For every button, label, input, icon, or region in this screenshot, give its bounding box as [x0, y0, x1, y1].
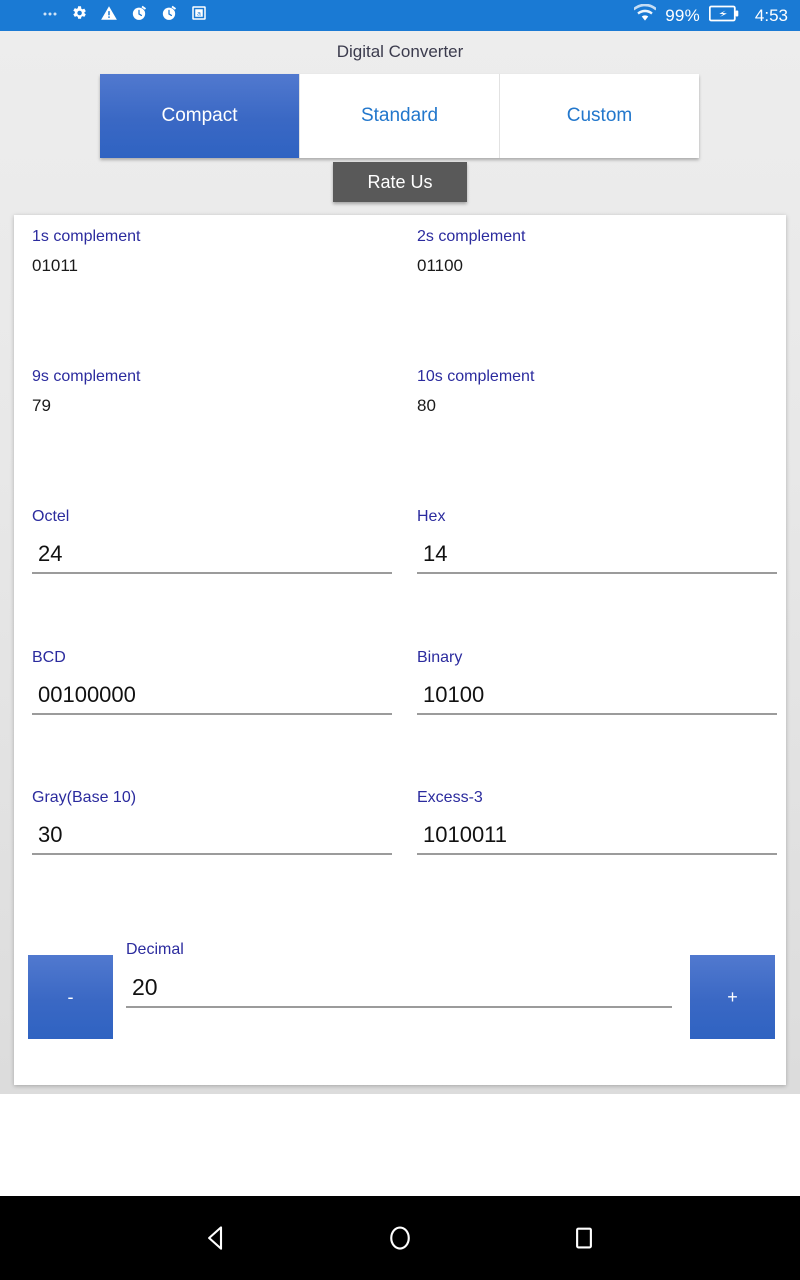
- status-bar-notification-icons: a: [42, 4, 208, 27]
- ones-complement-value: 01011: [32, 256, 79, 275]
- decrement-button[interactable]: -: [28, 955, 113, 1039]
- home-circle-icon[interactable]: [378, 1216, 422, 1260]
- converter-card: 1s complement 01011 2s complement 01100 …: [14, 215, 786, 1085]
- warning-triangle-icon: [100, 4, 118, 27]
- tens-complement-value: 80: [417, 396, 436, 415]
- field-gray: Gray(Base 10): [14, 790, 400, 855]
- battery-charging-icon: [708, 5, 739, 27]
- gray-label: Gray(Base 10): [32, 789, 137, 806]
- alarm-icon: [160, 4, 178, 27]
- bcd-label: BCD: [32, 649, 66, 666]
- decimal-label: Decimal: [126, 941, 184, 958]
- field-decimal: Decimal: [126, 942, 676, 1008]
- row-complement-9-10: 9s complement 79 10s complement 80: [14, 368, 786, 415]
- android-navigation-bar: [0, 1196, 800, 1280]
- alarm-icon: [130, 4, 148, 27]
- row-complement-1-2: 1s complement 01011 2s complement 01100: [14, 228, 786, 275]
- twos-complement-label: 2s complement: [417, 228, 526, 245]
- tab-compact[interactable]: Compact: [100, 74, 300, 158]
- rate-us-button[interactable]: Rate Us: [333, 162, 467, 202]
- octal-input[interactable]: [32, 537, 392, 574]
- field-bcd: BCD: [14, 650, 400, 715]
- status-bar-clock: 4:53: [754, 5, 788, 25]
- battery-percentage: 99%: [665, 6, 700, 25]
- excess3-label: Excess-3: [417, 789, 483, 806]
- tab-custom[interactable]: Custom: [500, 74, 699, 158]
- field-binary: Binary: [400, 650, 786, 715]
- tab-bar: Compact Standard Custom: [100, 74, 699, 158]
- ones-complement-label: 1s complement: [32, 228, 141, 245]
- nines-complement-value: 79: [32, 396, 51, 415]
- status-bar-system-icons: 99% 4:53: [633, 3, 788, 27]
- increment-button[interactable]: +: [690, 955, 775, 1039]
- dictionary-book-icon: a: [190, 4, 208, 27]
- binary-input[interactable]: [417, 678, 777, 715]
- page-title: Digital Converter: [336, 42, 464, 61]
- status-bar: a 99% 4:53: [0, 0, 800, 31]
- gear-icon: [70, 4, 88, 27]
- field-ones-complement: 1s complement 01011: [14, 228, 400, 275]
- octal-label: Octel: [32, 508, 70, 525]
- nines-complement-label: 9s complement: [32, 368, 141, 385]
- wifi-icon: [633, 3, 658, 27]
- field-octal: Octel: [14, 509, 400, 574]
- binary-label: Binary: [417, 649, 463, 666]
- back-triangle-icon[interactable]: [194, 1216, 238, 1260]
- hex-label: Hex: [417, 508, 446, 525]
- tab-standard[interactable]: Standard: [300, 74, 500, 158]
- ellipsis-icon: [42, 5, 58, 26]
- row-octal-hex: Octel Hex: [14, 509, 786, 574]
- gray-input[interactable]: [32, 818, 392, 855]
- bcd-input[interactable]: [32, 678, 392, 715]
- row-gray-excess3: Gray(Base 10) Excess-3: [14, 790, 786, 855]
- field-tens-complement: 10s complement 80: [400, 368, 786, 415]
- row-decimal-stepper: - Decimal +: [14, 930, 786, 1040]
- svg-text:a: a: [197, 11, 201, 18]
- twos-complement-value: 01100: [417, 256, 464, 275]
- field-excess3: Excess-3: [400, 790, 786, 855]
- tens-complement-label: 10s complement: [417, 368, 535, 385]
- field-hex: Hex: [400, 509, 786, 574]
- decimal-input[interactable]: [126, 970, 672, 1008]
- recents-square-icon[interactable]: [562, 1216, 606, 1260]
- hex-input[interactable]: [417, 537, 777, 574]
- phone-screen: a 99% 4:53 Digital Converter Compact Sta…: [0, 0, 800, 1280]
- row-bcd-binary: BCD Binary: [14, 650, 786, 715]
- excess3-input[interactable]: [417, 818, 777, 855]
- field-twos-complement: 2s complement 01100: [400, 228, 786, 275]
- field-nines-complement: 9s complement 79: [14, 368, 400, 415]
